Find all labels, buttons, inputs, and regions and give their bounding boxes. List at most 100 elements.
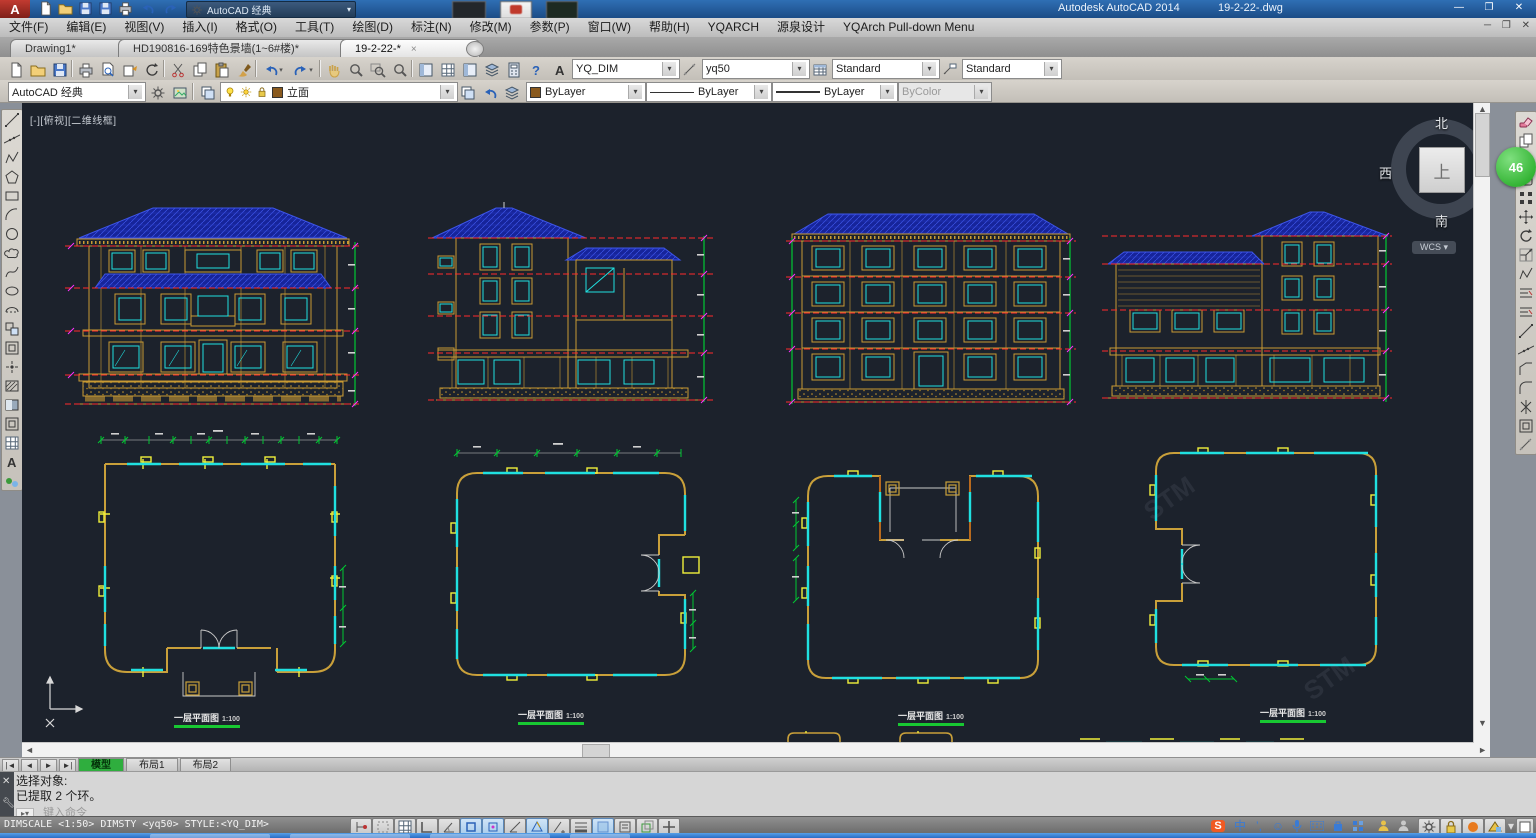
scroll-left-icon[interactable]: ◄	[25, 744, 34, 756]
dim-style-icon[interactable]	[678, 59, 701, 80]
menu-dimension[interactable]: 标注(N)	[402, 18, 461, 37]
plot-icon[interactable]	[74, 59, 97, 80]
redo-button[interactable]	[162, 1, 180, 16]
plot-preview-icon[interactable]	[96, 59, 119, 80]
viewport-controls[interactable]: [-][俯视][二维线框]	[30, 112, 117, 127]
zoom-realtime-icon[interactable]	[344, 59, 367, 80]
properties-icon[interactable]	[414, 59, 437, 80]
erase-tool-icon[interactable]	[1516, 112, 1536, 131]
publish-icon[interactable]	[118, 59, 141, 80]
region-tool-icon[interactable]	[2, 414, 22, 433]
undo-icon[interactable]: ▾	[258, 59, 288, 80]
table-style-icon[interactable]	[808, 59, 831, 80]
ime-emoji-icon[interactable]: ☺	[1270, 818, 1286, 833]
menu-file[interactable]: 文件(F)	[0, 18, 57, 37]
taskbar-window[interactable]	[430, 834, 550, 838]
extend-tool-icon[interactable]	[1516, 302, 1536, 321]
command-window-grip[interactable]: ✕ 🔧︎	[0, 772, 14, 817]
arc-tool-icon[interactable]	[2, 205, 22, 224]
close-button[interactable]: ✕	[1506, 2, 1532, 15]
match-properties-icon[interactable]	[232, 59, 255, 80]
command-close-icon[interactable]: ✕	[2, 776, 10, 787]
polygon-tool-icon[interactable]	[2, 167, 22, 186]
break-tool-icon[interactable]	[1516, 321, 1536, 340]
make-block-tool-icon[interactable]	[2, 338, 22, 357]
restore-button[interactable]: ❐	[1476, 2, 1502, 15]
taskbar-window[interactable]	[290, 834, 410, 838]
undo-button[interactable]	[138, 1, 156, 16]
rectangle-tool-icon[interactable]	[2, 186, 22, 205]
move-tool-icon[interactable]	[1516, 207, 1536, 226]
workspace-combo[interactable]: AutoCAD 经典▾	[8, 82, 146, 102]
command-window[interactable]: ✕ 🔧︎ 选择对象: 已提取 2 个环。 ▸▾ 键入命令	[0, 771, 1536, 817]
ellipse-arc-tool-icon[interactable]	[2, 300, 22, 319]
menu-yuanquan[interactable]: 源泉设计	[768, 18, 834, 37]
tray-person-icon[interactable]	[1374, 818, 1392, 833]
file-tab-hd190816[interactable]: HD190816-169特色景墙(1~6#楼)*	[118, 39, 353, 58]
trim-tool-icon[interactable]	[1516, 283, 1536, 302]
vertical-scroll-thumb[interactable]	[1475, 113, 1490, 177]
layer-prev-icon[interactable]	[478, 82, 501, 103]
windows-taskbar-edge[interactable]	[0, 833, 1536, 838]
table-style-combo[interactable]: Standard▾	[832, 59, 940, 79]
paste-icon[interactable]	[210, 59, 233, 80]
insert-block-tool-icon[interactable]	[2, 319, 22, 338]
hatch-tool-icon[interactable]	[2, 376, 22, 395]
table-tool-icon[interactable]	[2, 433, 22, 452]
tab-close-icon[interactable]: ×	[411, 44, 417, 55]
save-icon[interactable]	[48, 59, 71, 80]
tab-layout2[interactable]: 布局2	[180, 758, 232, 772]
workspace-selector[interactable]: AutoCAD 经典 ▾	[186, 1, 356, 18]
menu-format[interactable]: 格式(O)	[227, 18, 286, 37]
command-wrench-icon[interactable]: 🔧︎	[2, 798, 15, 809]
dim-style-combo[interactable]: yq50▾	[702, 59, 810, 79]
viewcube-north[interactable]: 北	[1435, 113, 1448, 132]
mleader-style-icon[interactable]	[938, 59, 961, 80]
tab-model[interactable]: 模型	[78, 758, 124, 772]
array-tool-icon[interactable]	[1516, 188, 1536, 207]
spline-tool-icon[interactable]	[2, 262, 22, 281]
menu-draw[interactable]: 绘图(D)	[343, 18, 402, 37]
overlay-badge[interactable]: 46	[1496, 147, 1536, 187]
scroll-down-icon[interactable]: ▼	[1478, 717, 1487, 729]
plot-button[interactable]	[116, 1, 134, 16]
chamfer-tool-icon[interactable]	[1516, 359, 1536, 378]
new-button[interactable]	[36, 1, 54, 16]
addsel-tool-icon[interactable]	[2, 471, 22, 490]
menu-parametric[interactable]: 参数(P)	[521, 18, 579, 37]
ellipse-tool-icon[interactable]	[2, 281, 22, 300]
layer-combo[interactable]: 立面▾	[220, 82, 458, 102]
wcs-menu[interactable]: WCS ▾	[1412, 241, 1456, 254]
viewcube-west[interactable]: 西	[1379, 163, 1392, 182]
sogou-logo-icon[interactable]: S	[1208, 818, 1228, 833]
taskbar-window[interactable]	[150, 834, 270, 838]
mtext-tool-icon[interactable]	[2, 452, 22, 471]
horizontal-scroll-thumb[interactable]	[582, 744, 610, 757]
menu-yqarch-pulldown[interactable]: YQArch Pull-down Menu	[834, 18, 983, 37]
cut-icon[interactable]	[166, 59, 189, 80]
tool-palettes-icon[interactable]	[458, 59, 481, 80]
menu-edit[interactable]: 编辑(E)	[57, 18, 115, 37]
ime-keyboard-icon[interactable]	[1308, 818, 1326, 833]
lineweight-combo[interactable]: ByLayer▾	[772, 82, 898, 102]
quickcalc-icon[interactable]	[502, 59, 525, 80]
ime-skin-icon[interactable]	[1350, 818, 1366, 833]
ime-toolbox-icon[interactable]	[1330, 818, 1346, 833]
model-space-canvas[interactable]: [-][俯视][二维线框]	[22, 103, 1490, 757]
viewcube-south[interactable]: 南	[1435, 211, 1448, 230]
redo-icon[interactable]: ▾	[288, 59, 318, 80]
document-window-buttons[interactable]: ─ ❐ ✕	[1484, 20, 1534, 31]
ime-punct-icon[interactable]: ’,	[1252, 818, 1266, 833]
mleader-style-combo[interactable]: Standard▾	[962, 59, 1062, 79]
text-style-icon[interactable]	[548, 59, 571, 80]
menu-modify[interactable]: 修改(M)	[461, 18, 521, 37]
designcenter-icon[interactable]	[436, 59, 459, 80]
layer-tools-icon[interactable]	[456, 82, 479, 103]
circle-tool-icon[interactable]	[2, 224, 22, 243]
pan-icon[interactable]	[322, 59, 345, 80]
xline-tool-icon[interactable]	[2, 129, 22, 148]
sheetset-icon[interactable]	[480, 59, 503, 80]
menu-yqarch[interactable]: YQARCH	[699, 18, 768, 37]
scroll-right-icon[interactable]: ►	[1478, 744, 1487, 756]
file-tab-19-2-22[interactable]: 19-2-22-*×	[340, 39, 480, 58]
